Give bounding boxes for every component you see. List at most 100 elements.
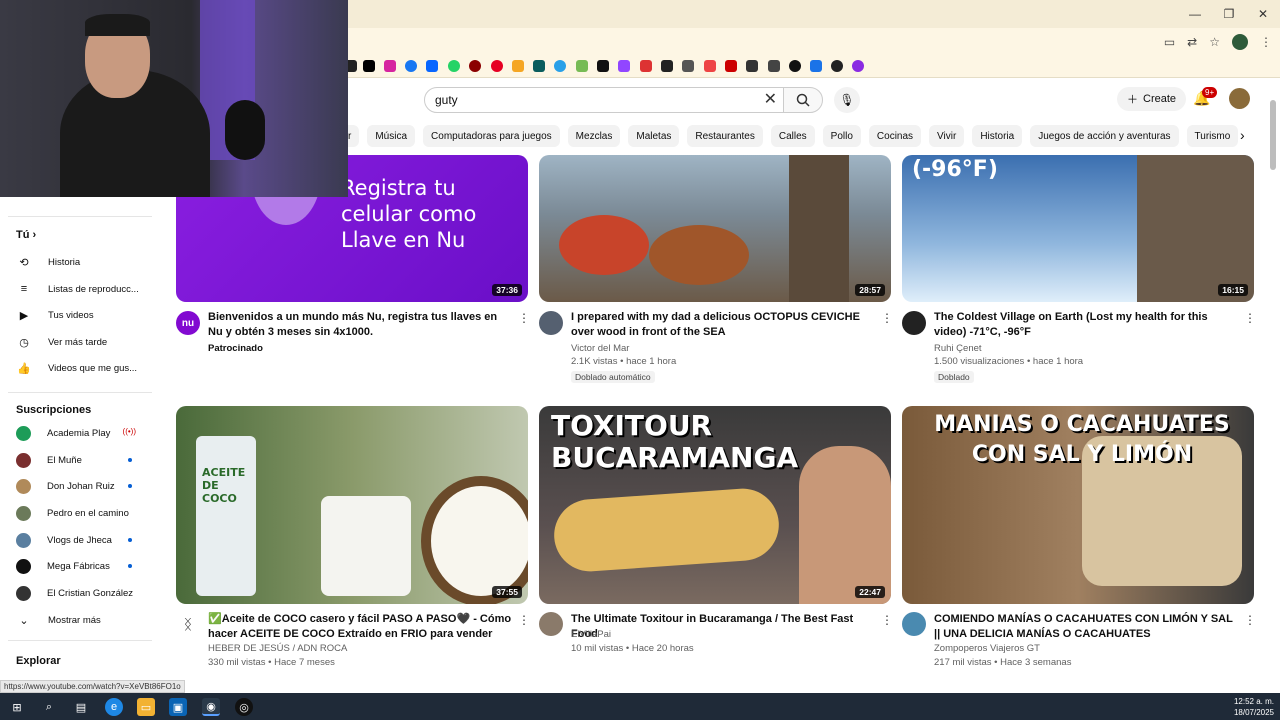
whatsapp-icon[interactable] — [448, 60, 460, 72]
restore-icon[interactable]: ❐ — [1212, 0, 1246, 28]
task-view-icon[interactable]: ▤ — [72, 698, 90, 716]
bookmark-icon[interactable] — [831, 60, 843, 72]
cast-icon[interactable]: ▭ — [1164, 35, 1175, 49]
bookmark-icon[interactable] — [576, 60, 588, 72]
search-icon[interactable]: ⌕ — [40, 698, 58, 716]
channel-avatar[interactable] — [902, 311, 926, 335]
bookmark-icon[interactable] — [704, 60, 716, 72]
channel-avatar[interactable] — [539, 612, 563, 636]
more-options-icon[interactable]: ⋮ — [1244, 311, 1256, 325]
chip[interactable]: Pollo — [822, 125, 861, 147]
bookmark-icon[interactable] — [682, 60, 694, 72]
sidebar-item-playlists[interactable]: ≡ Listas de reproducc... — [16, 279, 146, 299]
instagram-icon[interactable] — [384, 60, 396, 72]
obs-icon[interactable]: ◎ — [235, 698, 253, 716]
video-thumbnail[interactable]: (-96°F) 16:15 — [902, 155, 1254, 302]
chip[interactable]: Juegos de acción y aventuras — [1030, 125, 1179, 147]
more-options-icon[interactable]: ⋮ — [881, 613, 893, 627]
twitch-icon[interactable] — [618, 60, 630, 72]
more-options-icon[interactable]: ⋮ — [881, 311, 893, 325]
minimize-icon[interactable]: — — [1178, 0, 1212, 28]
folder-icon[interactable]: ▭ — [137, 698, 155, 716]
bookmark-icon[interactable] — [852, 60, 864, 72]
chip[interactable]: Computadoras para juegos — [423, 125, 560, 147]
bookmark-icon[interactable] — [810, 60, 822, 72]
chrome-icon[interactable]: ◉ — [202, 698, 220, 716]
sidebar-sub-el-mune[interactable]: El Muñe — [16, 450, 146, 470]
chip[interactable]: Mezclas — [567, 125, 621, 147]
video-thumbnail[interactable]: TOXITOUR BUCARAMANGA 22:47 — [539, 406, 891, 604]
bookmark-icon[interactable] — [661, 60, 673, 72]
bookmark-icon[interactable] — [746, 60, 758, 72]
video-title[interactable]: COMIENDO MANÍAS O CACAHUATES CON LIMÓN Y… — [934, 612, 1240, 642]
bookmark-icon[interactable] — [554, 60, 566, 72]
bookmark-icon[interactable] — [725, 60, 737, 72]
create-button[interactable]: ＋ Create — [1117, 87, 1187, 111]
chip[interactable]: Turismo — [1186, 125, 1239, 147]
scrollbar[interactable] — [1270, 100, 1276, 170]
bookmark-icon[interactable] — [789, 60, 801, 72]
channel-name[interactable]: Victor del Mar — [571, 342, 629, 356]
sidebar-item-history[interactable]: ⟲ Historia — [16, 252, 146, 272]
sidebar-item-liked[interactable]: 👍 Videos que me gus... — [16, 358, 146, 378]
search-button[interactable] — [783, 87, 823, 113]
video-title[interactable]: Bienvenidos a un mundo más Nu, registra … — [208, 310, 504, 340]
profile-avatar[interactable] — [1232, 34, 1248, 50]
windows-start-icon[interactable]: ⊞ — [8, 698, 26, 716]
video-title[interactable]: ✅Aceite de COCO casero y fácil PASO A PA… — [208, 612, 514, 642]
channel-name[interactable]: Ruhi Çenet — [934, 342, 982, 356]
meta-icon[interactable] — [426, 60, 438, 72]
close-icon[interactable]: ✕ — [1246, 0, 1280, 28]
facebook-icon[interactable] — [405, 60, 417, 72]
video-thumbnail[interactable]: 28:57 — [539, 155, 891, 302]
sidebar-sub-jheca[interactable]: Vlogs de Jheca — [16, 530, 146, 550]
translate-icon[interactable]: ⇄ — [1187, 35, 1197, 49]
sidebar-item-watch-later[interactable]: ◷ Ver más tarde — [16, 332, 146, 352]
chip[interactable]: Vivir — [929, 125, 965, 147]
bookmark-icon[interactable] — [512, 60, 524, 72]
bookmark-icon[interactable] — [533, 60, 545, 72]
channel-avatar[interactable]: ᛝ — [176, 612, 200, 636]
edge-icon[interactable]: e — [105, 698, 123, 716]
sidebar-item-your-videos[interactable]: ▶ Tus videos — [16, 305, 146, 325]
chip[interactable]: Música — [367, 125, 416, 147]
x-icon[interactable] — [363, 60, 375, 72]
channel-avatar[interactable] — [539, 311, 563, 335]
video-thumbnail[interactable]: MANIAS O CACAHUATES CON SAL Y LIMÓN — [902, 406, 1254, 604]
bookmark-icon[interactable] — [469, 60, 481, 72]
sidebar-show-more[interactable]: ⌄ Mostrar más — [16, 610, 146, 630]
chip[interactable]: Calles — [770, 125, 815, 147]
sidebar-sub-cristian[interactable]: El Cristian González — [16, 583, 146, 603]
video-title[interactable]: The Ultimate Toxitour in Bucaramanga / T… — [571, 612, 867, 642]
more-options-icon[interactable]: ⋮ — [1244, 613, 1256, 627]
channel-name[interactable]: HEBER DE JESÚS / ADN ROCA — [208, 642, 347, 656]
bookmark-star-icon[interactable]: ☆ — [1209, 35, 1220, 49]
sidebar-you-heading[interactable]: Tú › — [16, 229, 36, 241]
search-input[interactable]: guty — [435, 93, 458, 107]
user-avatar[interactable] — [1229, 88, 1250, 109]
clear-search-icon[interactable]: ✕ — [764, 89, 777, 109]
sidebar-sub-academia-play[interactable]: Academia Play ((•)) — [16, 423, 146, 443]
store-icon[interactable]: ▣ — [169, 698, 187, 716]
channel-name[interactable]: Zompoperos Viajeros GT — [934, 642, 1040, 656]
menu-dots-icon[interactable]: ⋮ — [1260, 35, 1272, 49]
bookmark-icon[interactable] — [640, 60, 652, 72]
chip[interactable]: Historia — [972, 125, 1023, 147]
chevron-right-icon[interactable]: › — [1240, 127, 1245, 143]
chip[interactable]: Restaurantes — [687, 125, 763, 147]
pinterest-icon[interactable] — [491, 60, 503, 72]
bookmark-icon[interactable] — [597, 60, 609, 72]
chip[interactable]: Maletas — [628, 125, 680, 147]
video-thumbnail[interactable]: ACEITE DE COCO 37:55 — [176, 406, 528, 604]
channel-name[interactable]: ElVillaPai — [571, 628, 611, 642]
channel-avatar[interactable] — [902, 612, 926, 636]
search-box[interactable]: guty ✕ — [424, 87, 784, 113]
sidebar-sub-mega-fabricas[interactable]: Mega Fábricas — [16, 556, 146, 576]
voice-search-button[interactable]: 🎙 — [834, 87, 860, 113]
sidebar-sub-pedro[interactable]: Pedro en el camino — [16, 503, 146, 523]
sidebar-sub-don-johan[interactable]: Don Johan Ruiz — [16, 476, 146, 496]
more-options-icon[interactable]: ⋮ — [518, 613, 530, 627]
more-options-icon[interactable]: ⋮ — [518, 311, 530, 325]
video-title[interactable]: I prepared with my dad a delicious OCTOP… — [571, 310, 867, 340]
chip[interactable]: Cocinas — [868, 125, 922, 147]
